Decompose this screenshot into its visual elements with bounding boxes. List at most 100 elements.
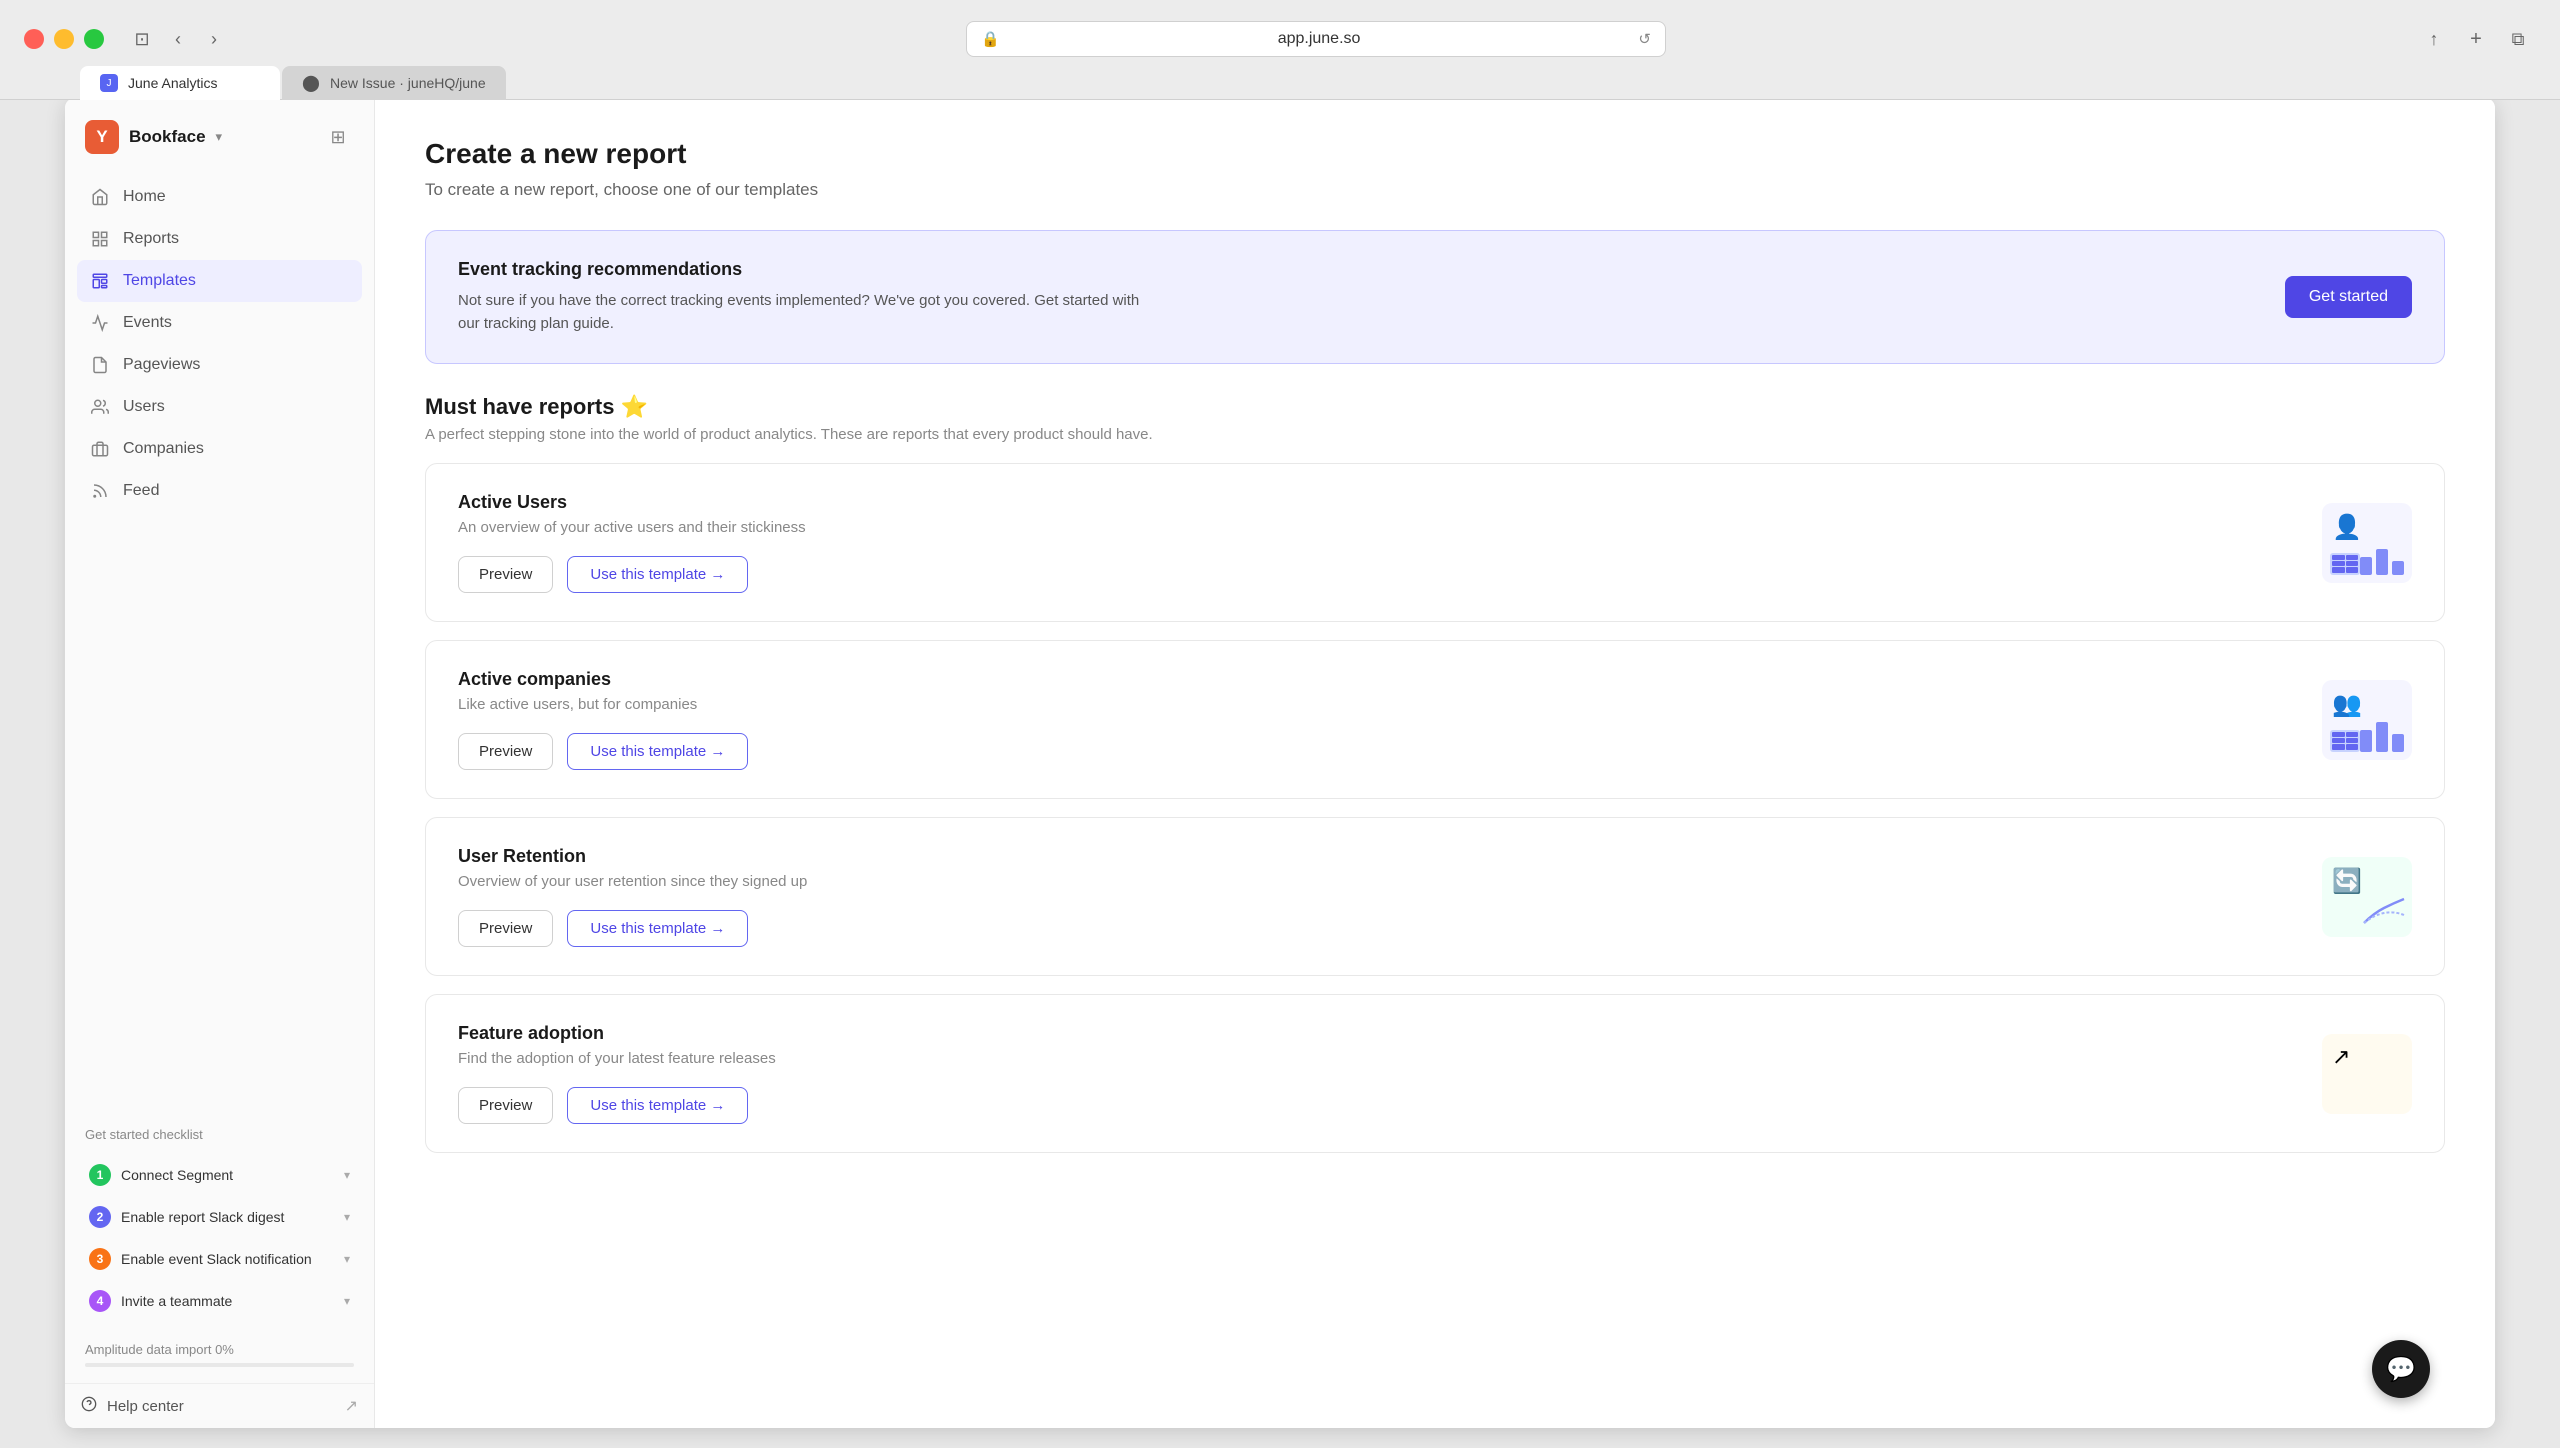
feature-adoption-thumb-icon: ↗ [2332,1044,2350,1070]
sidebar-item-companies[interactable]: Companies [77,428,362,470]
user-retention-thumb-icon: 🔄 [2332,867,2362,896]
report-feature-adoption-title: Feature adoption [458,1023,2298,1044]
get-started-button[interactable]: Get started [2285,276,2412,318]
forward-button[interactable]: › [196,21,232,57]
checklist-chevron-2: ▾ [344,1210,350,1224]
bar-c1 [2360,730,2372,752]
report-feature-adoption-actions: Preview Use this template → [458,1087,2298,1124]
sidebar-item-feed[interactable]: Feed [77,470,362,512]
feed-icon [89,480,111,502]
report-feature-adoption-desc: Find the adoption of your latest feature… [458,1050,2298,1067]
preview-user-retention-button[interactable]: Preview [458,910,553,947]
main-content: Create a new report To create a new repo… [375,98,2495,1428]
sidebar-item-events[interactable]: Events [77,302,362,344]
use-template-user-retention-button[interactable]: Use this template → [567,910,748,947]
sidebar-pageviews-label: Pageviews [123,356,200,374]
section-header: Must have reports ⭐ A perfect stepping s… [425,394,2445,443]
users-icon [89,396,111,418]
report-card-user-retention-content: User Retention Overview of your user ret… [458,846,2298,947]
preview-active-companies-button[interactable]: Preview [458,733,553,770]
sidebar-compose-button[interactable]: ⊞ [322,121,354,153]
github-tab-icon: ⬤ [302,74,320,92]
checklist-section: Get started checklist 1 Connect Segment … [65,1107,374,1334]
page-title: Create a new report [425,138,2445,170]
active-companies-thumb-icon: 👥 [2332,690,2362,719]
bar-2 [2376,549,2388,575]
share-button[interactable]: ↑ [2416,21,2452,57]
report-user-retention-title: User Retention [458,846,2298,867]
sidebar-item-reports[interactable]: Reports [77,218,362,260]
checklist-chevron-4: ▾ [344,1294,350,1308]
home-icon [89,186,111,208]
external-link-icon[interactable]: ↗ [345,1396,358,1416]
section-desc: A perfect stepping stone into the world … [425,426,2445,443]
close-button[interactable] [24,29,44,49]
reload-icon[interactable]: ↺ [1638,30,1651,48]
sidebar-nav: Home Reports Templates Events [65,172,374,516]
preview-active-users-button[interactable]: Preview [458,556,553,593]
sidebar-companies-label: Companies [123,440,204,458]
active-users-table-thumb [2330,553,2360,575]
chat-widget[interactable]: 💬 [2372,1340,2430,1398]
url-display: app.june.so [1008,30,1631,48]
checklist-item-connect-segment[interactable]: 1 Connect Segment ▾ [81,1154,358,1196]
tab-june[interactable]: J June Analytics [80,66,280,100]
tab-github[interactable]: ⬤ New Issue · juneHQ/june [282,66,506,100]
help-center-label: Help center [107,1398,184,1415]
active-users-bars [2360,549,2404,575]
traffic-lights [24,29,104,49]
companies-icon [89,438,111,460]
use-template-active-users-button[interactable]: Use this template → [567,556,748,593]
checklist-num-4: 4 [89,1290,111,1312]
minimize-button[interactable] [54,29,74,49]
sidebar-item-users[interactable]: Users [77,386,362,428]
report-card-active-users-content: Active Users An overview of your active … [458,492,2298,593]
checklist-label-4: Invite a teammate [121,1293,232,1309]
section-title: Must have reports ⭐ [425,394,2445,420]
address-bar[interactable]: 🔒 app.june.so ↺ [966,21,1666,57]
sidebar-item-home[interactable]: Home [77,176,362,218]
bar-c2 [2376,722,2388,752]
progress-label: Amplitude data import 0% [85,1342,354,1357]
bar-3 [2392,561,2404,575]
use-template-active-companies-button[interactable]: Use this template → [567,733,748,770]
use-template-feature-adoption-button[interactable]: Use this template → [567,1087,748,1124]
report-active-users-title: Active Users [458,492,2298,513]
chat-icon: 💬 [2386,1355,2416,1384]
app-window: Y Bookface ▾ ⊞ Home Reports [65,98,2495,1428]
preview-feature-adoption-button[interactable]: Preview [458,1087,553,1124]
report-active-companies-title: Active companies [458,669,2298,690]
checklist-item-slack-digest[interactable]: 2 Enable report Slack digest ▾ [81,1196,358,1238]
sidebar: Y Bookface ▾ ⊞ Home Reports [65,98,375,1428]
active-companies-thumbnail: 👥 [2322,680,2412,760]
report-user-retention-desc: Overview of your user retention since th… [458,873,2298,890]
sidebar-reports-label: Reports [123,230,179,248]
sidebar-item-pageviews[interactable]: Pageviews [77,344,362,386]
checklist-item-invite[interactable]: 4 Invite a teammate ▾ [81,1280,358,1322]
browser-actions: ↑ + ⧉ [2416,21,2536,57]
windows-button[interactable]: ⧉ [2500,21,2536,57]
report-active-users-actions: Preview Use this template → [458,556,2298,593]
checklist-label-2: Enable report Slack digest [121,1209,284,1225]
sidebar-footer: Help center ↗ [65,1383,374,1428]
back-button[interactable]: ‹ [160,21,196,57]
banner-description: Not sure if you have the correct trackin… [458,290,1158,335]
new-tab-button[interactable]: + [2460,23,2492,55]
workspace-icon: Y [85,120,119,154]
help-center-link[interactable]: Help center [81,1396,184,1416]
workspace-selector[interactable]: Y Bookface ▾ [85,120,222,154]
checklist-num-3: 3 [89,1248,111,1270]
sidebar-users-label: Users [123,398,165,416]
active-users-thumbnail: 👤 [2322,503,2412,583]
report-card-user-retention: User Retention Overview of your user ret… [425,817,2445,976]
report-card-active-companies-content: Active companies Like active users, but … [458,669,2298,770]
active-companies-bars [2360,722,2404,752]
report-card-active-companies: Active companies Like active users, but … [425,640,2445,799]
sidebar-toggle-browser[interactable]: ⊡ [124,21,160,57]
fullscreen-button[interactable] [84,29,104,49]
tab-github-label: New Issue · juneHQ/june [330,75,486,91]
sidebar-item-templates[interactable]: Templates [77,260,362,302]
tab-june-label: June Analytics [128,75,218,91]
sidebar-feed-label: Feed [123,482,159,500]
checklist-item-slack-notification[interactable]: 3 Enable event Slack notification ▾ [81,1238,358,1280]
